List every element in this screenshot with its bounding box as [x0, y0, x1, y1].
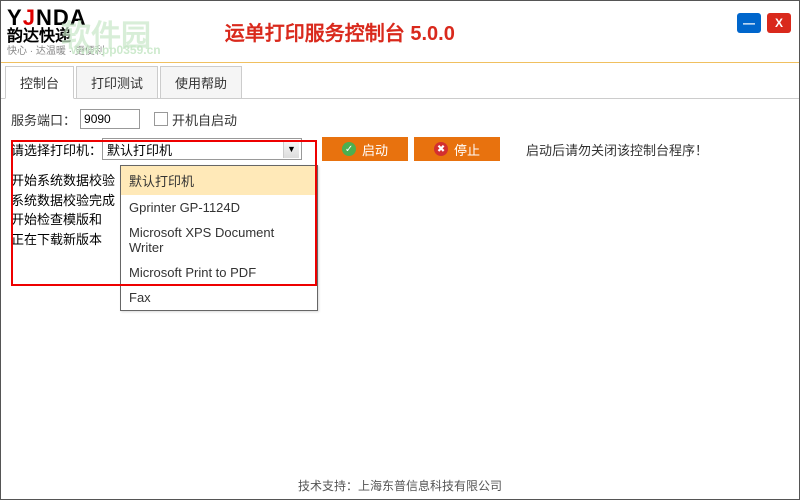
autostart-checkbox[interactable] — [154, 112, 168, 126]
port-label: 服务端口： — [11, 110, 76, 129]
footer-label: 技术支持： — [298, 479, 358, 493]
dropdown-item-default[interactable]: 默认打印机 — [121, 166, 317, 195]
tab-print-test[interactable]: 打印测试 — [76, 66, 158, 98]
footer-company: 上海东普信息科技有限公司 — [358, 479, 502, 493]
stop-icon: ✖ — [434, 142, 448, 156]
dropdown-item-fax[interactable]: Fax — [121, 285, 317, 310]
start-button[interactable]: ✓ 启动 — [322, 137, 408, 161]
printer-combobox[interactable]: 默认打印机 ▼ — [102, 138, 302, 160]
tab-help[interactable]: 使用帮助 — [160, 66, 242, 98]
autostart-label: 开机自启动 — [172, 110, 237, 129]
title-bar: 软件园 www.pp0359.cn YJNDA 韵达快递 快心 · 达温暖 · … — [1, 1, 799, 63]
logo-y: Y — [7, 5, 23, 30]
minimize-button[interactable]: — — [737, 13, 761, 33]
dropdown-item-pdf[interactable]: Microsoft Print to PDF — [121, 260, 317, 285]
dropdown-item-xps[interactable]: Microsoft XPS Document Writer — [121, 220, 317, 260]
stop-button[interactable]: ✖ 停止 — [414, 137, 500, 161]
tab-console[interactable]: 控制台 — [5, 66, 74, 99]
start-button-label: 启动 — [362, 140, 388, 159]
tab-strip: 控制台 打印测试 使用帮助 — [1, 67, 799, 99]
logo-j: J — [23, 5, 36, 30]
printer-selected-value: 默认打印机 — [107, 140, 172, 159]
stop-button-label: 停止 — [454, 140, 480, 159]
port-row: 服务端口： 开机自启动 — [11, 109, 789, 129]
printer-label: 请选择打印机： — [11, 140, 102, 159]
chevron-down-icon[interactable]: ▼ — [283, 140, 299, 158]
check-icon: ✓ — [342, 142, 356, 156]
close-button[interactable]: X — [767, 13, 791, 33]
printer-dropdown: 默认打印机 Gprinter GP-1124D Microsoft XPS Do… — [120, 165, 318, 311]
warning-text: 启动后请勿关闭该控制台程序！ — [526, 140, 708, 159]
footer: 技术支持：上海东普信息科技有限公司 — [0, 477, 800, 494]
port-input[interactable] — [80, 109, 140, 129]
dropdown-item-gprinter[interactable]: Gprinter GP-1124D — [121, 195, 317, 220]
watermark-url: www.pp0359.cn — [71, 43, 161, 57]
printer-row: 请选择打印机： 默认打印机 ▼ ✓ 启动 ✖ 停止 启动后请勿关闭该控制台程序！ — [11, 137, 789, 161]
app-title: 运单打印服务控制台 5.0.0 — [225, 17, 455, 46]
